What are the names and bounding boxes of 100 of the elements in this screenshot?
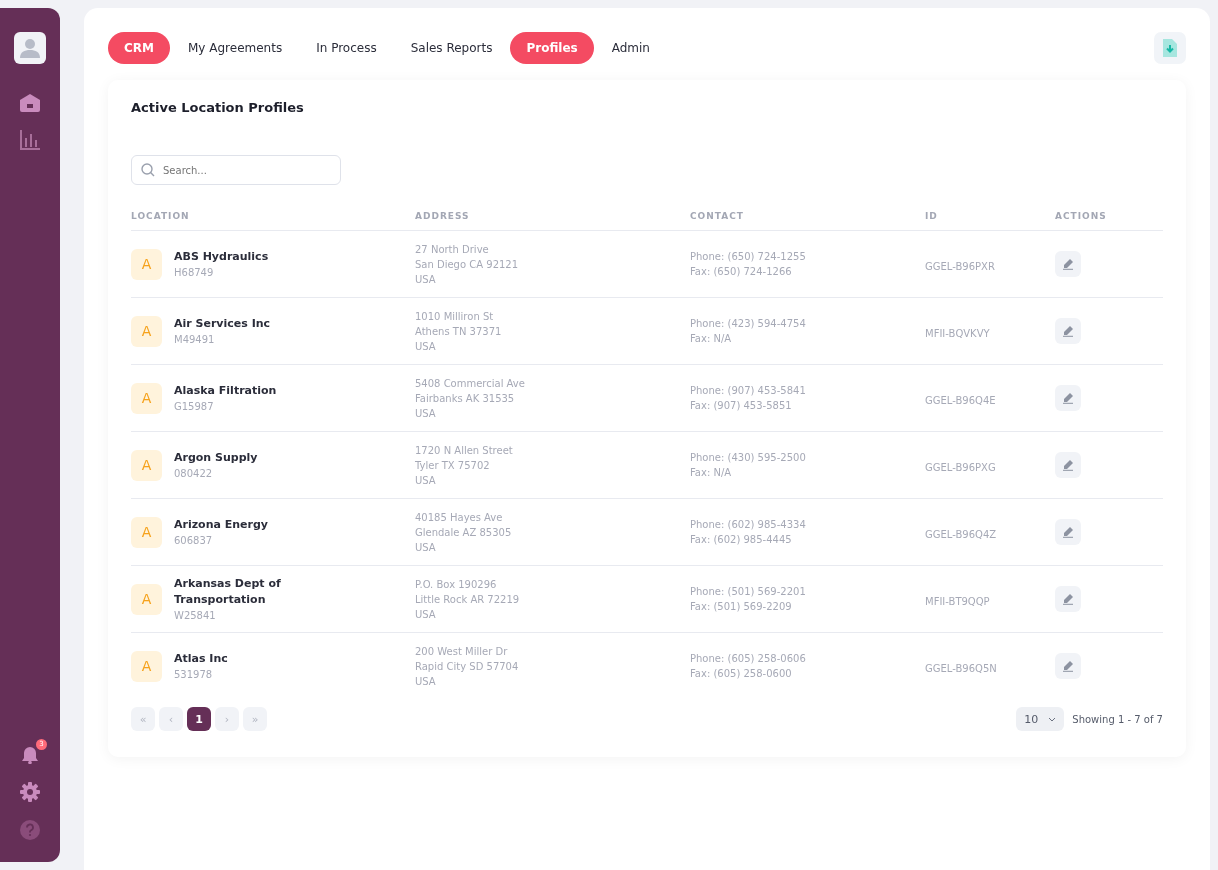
location-code: W25841 [174,608,217,623]
page-button[interactable]: 1 [187,707,211,731]
pencil-icon [1062,459,1074,471]
initial-avatar: A [131,516,162,548]
address-line: 27 North Drive [415,242,490,257]
avatar-icon[interactable] [14,32,46,64]
contact-line: Fax: N/A [690,466,733,480]
column-header: ADDRESS [415,211,470,221]
pencil-icon [1062,593,1074,605]
settings-icon[interactable] [20,782,40,802]
address-line: San Diego CA 92121 [415,257,520,272]
location-code: 531978 [174,667,214,682]
initial-avatar: A [131,315,162,347]
location-name: Air Services Inc [174,315,271,332]
address-line: P.O. Box 190296 [415,577,498,592]
edit-button[interactable] [1055,653,1081,679]
contact-line: Phone: (650) 724-1255 [690,250,807,264]
initial-avatar: A [131,248,162,280]
edit-button[interactable] [1055,251,1081,277]
column-header: LOCATION [131,211,190,221]
nav-tab[interactable]: My Agreements [172,32,299,64]
contact-line: Phone: (602) 985-4334 [690,518,807,532]
column-header: CONTACT [690,211,744,221]
location-code: 080422 [174,466,214,481]
edit-button[interactable] [1055,452,1081,478]
edit-button[interactable] [1055,586,1081,612]
location-name: Arkansas Dept of Transportation [174,575,282,608]
card-title: Active Location Profiles [131,100,305,115]
contact-line: Phone: (423) 594-4754 [690,317,807,331]
search-icon [141,163,155,177]
profile-id: GGEL-B96PXG [925,461,996,473]
profile-id: GGEL-B96PXR [925,260,995,272]
initial-avatar: A [131,583,162,615]
column-header: ACTIONS [1055,211,1107,221]
pencil-icon [1062,392,1074,404]
help-icon[interactable] [20,820,40,840]
address-line: Athens TN 37371 [415,324,503,339]
pencil-icon [1062,258,1074,270]
profile-id: GGEL-B96Q4Z [925,528,997,540]
contact-line: Fax: (605) 258-0600 [690,667,793,681]
address-line: 1720 N Allen Street [415,443,514,458]
address-line: Little Rock AR 72219 [415,592,521,607]
contact-line: Phone: (907) 453-5841 [690,384,807,398]
contact-line: Fax: (602) 985-4445 [690,533,793,547]
initial-avatar: A [131,382,162,414]
bar-chart-icon[interactable] [20,130,40,150]
address-line: Fairbanks AK 31535 [415,391,516,406]
edit-button[interactable] [1055,318,1081,344]
location-code: 606837 [174,533,214,548]
chevron-down-icon [1048,716,1057,722]
edit-button[interactable] [1055,385,1081,411]
nav-tab[interactable]: Admin [595,32,666,64]
nav-tab[interactable]: In Process [300,32,393,64]
address-line: 40185 Hayes Ave [415,510,504,525]
address-line: Glendale AZ 85305 [415,525,513,540]
location-name: Alaska Filtration [174,382,277,399]
address-line: Rapid City SD 57704 [415,659,520,674]
location-code: M49491 [174,332,216,347]
initial-avatar: A [131,449,162,481]
profile-id: MFII-BT9QQP [925,595,990,607]
location-name: Atlas Inc [174,650,228,667]
location-code: G15987 [174,399,215,414]
address-line: USA [415,540,437,555]
address-line: USA [415,607,437,622]
bell-icon[interactable] [21,746,39,764]
edit-button[interactable] [1055,519,1081,545]
address-line: USA [415,272,437,287]
results-summary: Showing 1 - 7 of 7 [1072,713,1163,725]
file-download-icon [1163,39,1177,57]
location-name: ABS Hydraulics [174,248,269,265]
export-button[interactable] [1154,32,1186,64]
initial-avatar: A [131,650,162,682]
column-header: ID [925,211,938,221]
profile-id: MFII-BQVKVY [925,327,990,339]
contact-line: Fax: (907) 453-5851 [690,399,793,413]
contact-line: Phone: (605) 258-0606 [690,652,807,666]
address-line: Tyler TX 75702 [415,458,491,473]
nav-tab[interactable]: Profiles [510,32,594,64]
profile-id: GGEL-B96Q5N [925,662,997,674]
address-line: USA [415,406,437,421]
pencil-icon [1062,660,1074,672]
location-name: Argon Supply [174,449,258,466]
address-line: USA [415,473,437,488]
contact-line: Phone: (501) 569-2201 [690,585,807,599]
search-field[interactable]: Search... [131,155,341,185]
location-name: Arizona Energy [174,516,269,533]
address-line: 200 West Miller Dr [415,644,509,659]
address-line: USA [415,674,437,689]
page-size-dropdown[interactable]: 10 [1016,707,1065,731]
pencil-icon [1062,526,1074,538]
contact-line: Fax: (501) 569-2209 [690,600,793,614]
location-code: H68749 [174,265,215,280]
profile-id: GGEL-B96Q4E [925,394,996,406]
home-icon[interactable] [20,94,40,112]
address-line: USA [415,339,437,354]
pencil-icon [1062,325,1074,337]
nav-tab[interactable]: Sales Reports [394,32,509,64]
contact-line: Fax: N/A [690,332,733,346]
address-line: 1010 Milliron St [415,309,495,324]
nav-tab[interactable]: CRM [108,32,170,64]
